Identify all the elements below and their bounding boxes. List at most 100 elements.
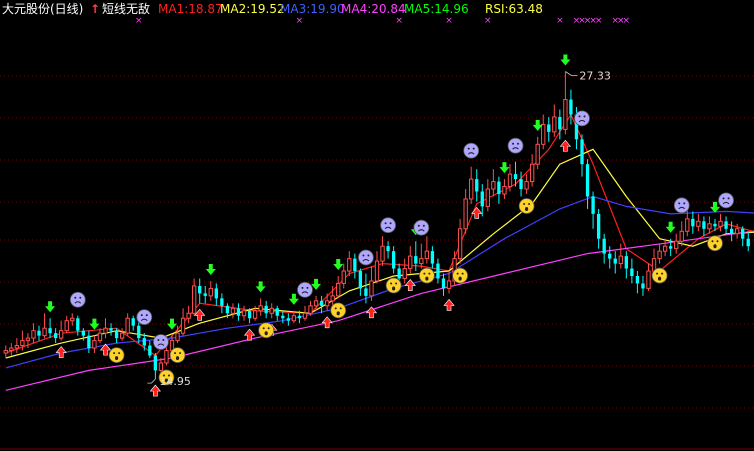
sad-face-icon-eye — [306, 286, 309, 289]
sad-face-icon-eye — [727, 197, 730, 200]
candle-body-up — [3, 350, 8, 354]
sad-face-icon-eye — [678, 202, 681, 205]
sad-face-icon — [136, 309, 153, 326]
candle-body-down — [214, 288, 218, 299]
candle-body-up — [164, 350, 169, 364]
candle-body-down — [513, 174, 518, 180]
scared-face-icon-eye — [334, 307, 337, 310]
candle-body-up — [64, 320, 69, 332]
candle-body-down — [37, 330, 41, 336]
candle-body-down — [741, 228, 745, 239]
candle-body-down — [114, 330, 119, 339]
candle-body-down — [137, 325, 141, 339]
sad-face-icon-eye — [74, 296, 77, 299]
sad-face-icon — [69, 291, 86, 308]
candle-body-down — [596, 213, 601, 239]
candle-body-up — [302, 312, 308, 319]
scared-face-icon-mouth — [264, 331, 268, 336]
scared-face-icon-eye — [656, 272, 659, 275]
candle-body-up — [103, 327, 108, 334]
sell-arrow-icon — [255, 281, 266, 293]
candle-body-up — [502, 186, 507, 195]
candle-body-down — [109, 328, 113, 331]
sell-arrow-icon — [45, 301, 56, 313]
scared-face-icon — [651, 267, 668, 284]
candle-body-up — [552, 116, 557, 133]
candle-body-up — [734, 228, 740, 235]
sad-face-icon — [153, 334, 169, 350]
candle-body-up — [419, 258, 424, 265]
candle-body-up — [191, 285, 197, 314]
candle-body-up — [9, 347, 14, 352]
candle-body-down — [414, 256, 418, 264]
candle-body-up — [313, 300, 319, 307]
candle-body-down — [591, 196, 595, 214]
candle-body-down — [668, 246, 673, 249]
sad-face-icon-eye — [389, 222, 392, 225]
scared-face-icon-mouth — [657, 276, 662, 281]
candle-body-up — [308, 305, 313, 314]
candle-body-down — [391, 251, 396, 269]
candle-body-up — [657, 250, 662, 260]
scared-face-icon-eye — [428, 272, 431, 275]
candle-body-up — [529, 163, 535, 183]
sad-face-icon-eye — [140, 314, 143, 317]
sad-face-icon-eye — [422, 224, 425, 227]
scared-face-icon-mouth — [425, 276, 429, 281]
sell-arrow-icon — [288, 293, 299, 305]
ma1-line — [5, 113, 754, 357]
sell-arrow-icon — [665, 221, 676, 233]
candle-body-up — [402, 268, 407, 279]
sell-arrow-icon — [166, 318, 177, 330]
scared-face-icon-mouth — [525, 207, 529, 211]
candle-body-down — [319, 300, 324, 306]
candle-body-down — [131, 318, 135, 326]
scared-face-icon-eye — [390, 282, 393, 285]
candle-body-down — [729, 228, 734, 234]
sad-face-icon-eye — [162, 339, 165, 341]
candle-body-up — [347, 258, 352, 272]
sad-face-icon — [413, 219, 430, 236]
candle-body-down — [286, 318, 291, 321]
candle-body-down — [547, 124, 551, 132]
candle-body-down — [397, 268, 401, 279]
candle-body-up — [92, 340, 97, 349]
candle-body-down — [87, 335, 91, 349]
scared-face-icon-eye — [528, 203, 531, 205]
sad-face-icon-eye — [722, 197, 725, 200]
candle-body-down — [475, 179, 479, 192]
scared-face-icon-mouth — [458, 276, 462, 281]
scared-face-icon — [452, 267, 469, 284]
candle-body-down — [569, 99, 573, 115]
signal-x-marker: × — [395, 16, 403, 26]
candle-body-down — [81, 330, 86, 336]
candle-body-up — [20, 340, 25, 347]
candle-body-up — [491, 181, 496, 190]
candle-body-down — [480, 191, 484, 207]
scared-face-icon-mouth — [336, 311, 340, 316]
buy-arrow-icon — [559, 139, 572, 152]
candle-body-down — [198, 285, 202, 294]
scared-face-icon-eye — [523, 203, 526, 205]
sad-face-icon-eye — [683, 202, 686, 205]
candle-body-up — [14, 345, 20, 349]
candle-body-up — [59, 330, 64, 339]
candle-body-up — [341, 270, 346, 284]
sad-face-icon-eye — [517, 142, 520, 145]
candle-body-up — [324, 300, 330, 307]
buy-arrow-icon — [55, 346, 67, 358]
candle-body-down — [624, 256, 628, 269]
candle-body-down — [48, 328, 52, 334]
scared-face-icon — [108, 347, 125, 363]
candle-body-up — [685, 218, 690, 232]
candle-body-down — [641, 283, 645, 289]
scared-face-icon — [518, 198, 535, 214]
candle-body-down — [275, 308, 279, 316]
candle-body-up — [541, 123, 546, 145]
sad-face-icon — [463, 142, 480, 159]
candle-body-up — [369, 280, 374, 297]
candle-body-up — [618, 255, 623, 265]
sell-arrow-icon — [499, 162, 510, 174]
candle-body-down — [580, 139, 584, 165]
buy-arrow-icon — [321, 316, 333, 329]
